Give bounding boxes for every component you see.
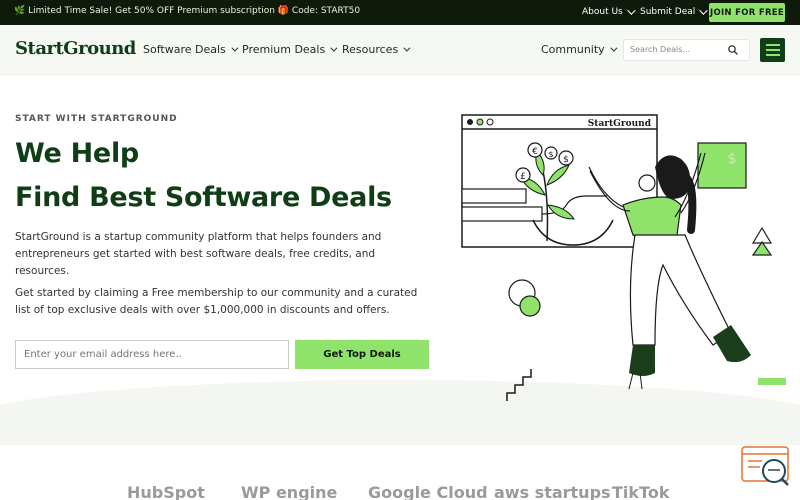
about-us-label: About Us (582, 7, 623, 17)
nav-community[interactable]: Community (541, 43, 618, 56)
email-field[interactable] (15, 340, 289, 369)
menu-bar (765, 44, 780, 46)
partner-logos: HubSpot WP engine Google Cloud aws start… (0, 445, 800, 500)
submit-deal-link[interactable]: Submit Deal (640, 6, 708, 17)
hero-title-line-2: Find Best Software Deals (15, 182, 392, 213)
search-box[interactable]: Search Deals... (623, 39, 750, 61)
about-us-link[interactable]: About Us (582, 6, 636, 17)
nav-label: Resources (342, 43, 399, 56)
join-for-free-button[interactable]: JOIN FOR FREE (709, 3, 785, 22)
hero-eyebrow: START WITH STARTGROUND (15, 114, 178, 124)
brand-logo: WP engine (241, 483, 338, 500)
svg-text:$: $ (728, 151, 737, 167)
illustration-window-title: StartGround (588, 119, 652, 129)
hero-section: START WITH STARTGROUND We Help Find Best… (0, 75, 800, 445)
svg-text:£: £ (520, 172, 526, 182)
nav-resources[interactable]: Resources (342, 43, 411, 56)
hero-illustration: StartGround € $ £ $ $ (461, 114, 786, 401)
help-chat-icon[interactable] (740, 445, 792, 489)
chevron-down-icon (403, 44, 411, 52)
hamburger-menu-button[interactable] (760, 38, 785, 62)
search-icon[interactable] (728, 45, 738, 55)
chevron-down-icon (699, 6, 708, 15)
hero-description-2: Get started by claiming a Free membershi… (15, 287, 418, 316)
chevron-down-icon (610, 44, 618, 52)
logo[interactable]: StartGround (15, 38, 136, 59)
get-top-deals-button[interactable]: Get Top Deals (295, 340, 429, 369)
search-input[interactable]: Search Deals... (630, 45, 690, 54)
brand-logo: TikTok (612, 483, 670, 500)
chevron-down-icon (231, 44, 239, 52)
svg-text:$: $ (563, 155, 569, 165)
menu-bar (765, 49, 780, 51)
hero-title-line-1: We Help (15, 138, 139, 169)
nav-label: Software Deals (143, 43, 226, 56)
promo-text: 🌿 Limited Time Sale! Get 50% OFF Premium… (14, 6, 361, 16)
menu-bar (765, 54, 780, 56)
nav-label: Premium Deals (242, 43, 326, 56)
nav-software-deals[interactable]: Software Deals (143, 43, 239, 56)
brand-logo: HubSpot (127, 483, 205, 500)
main-header: StartGround Software Deals Premium Deals… (0, 25, 800, 75)
brand-logo: Google Cloud (368, 483, 488, 500)
svg-text:€: € (532, 147, 538, 157)
brand-logo: aws startups (494, 483, 611, 500)
nav-label: Community (541, 43, 605, 56)
svg-text:$: $ (548, 150, 553, 159)
chevron-down-icon (626, 6, 636, 15)
hero-description: StartGround is a startup community platf… (15, 231, 382, 277)
promo-bar: 🌿 Limited Time Sale! Get 50% OFF Premium… (0, 0, 800, 25)
nav-premium-deals[interactable]: Premium Deals (242, 43, 338, 56)
submit-deal-label: Submit Deal (640, 7, 696, 17)
chevron-down-icon (330, 44, 338, 52)
